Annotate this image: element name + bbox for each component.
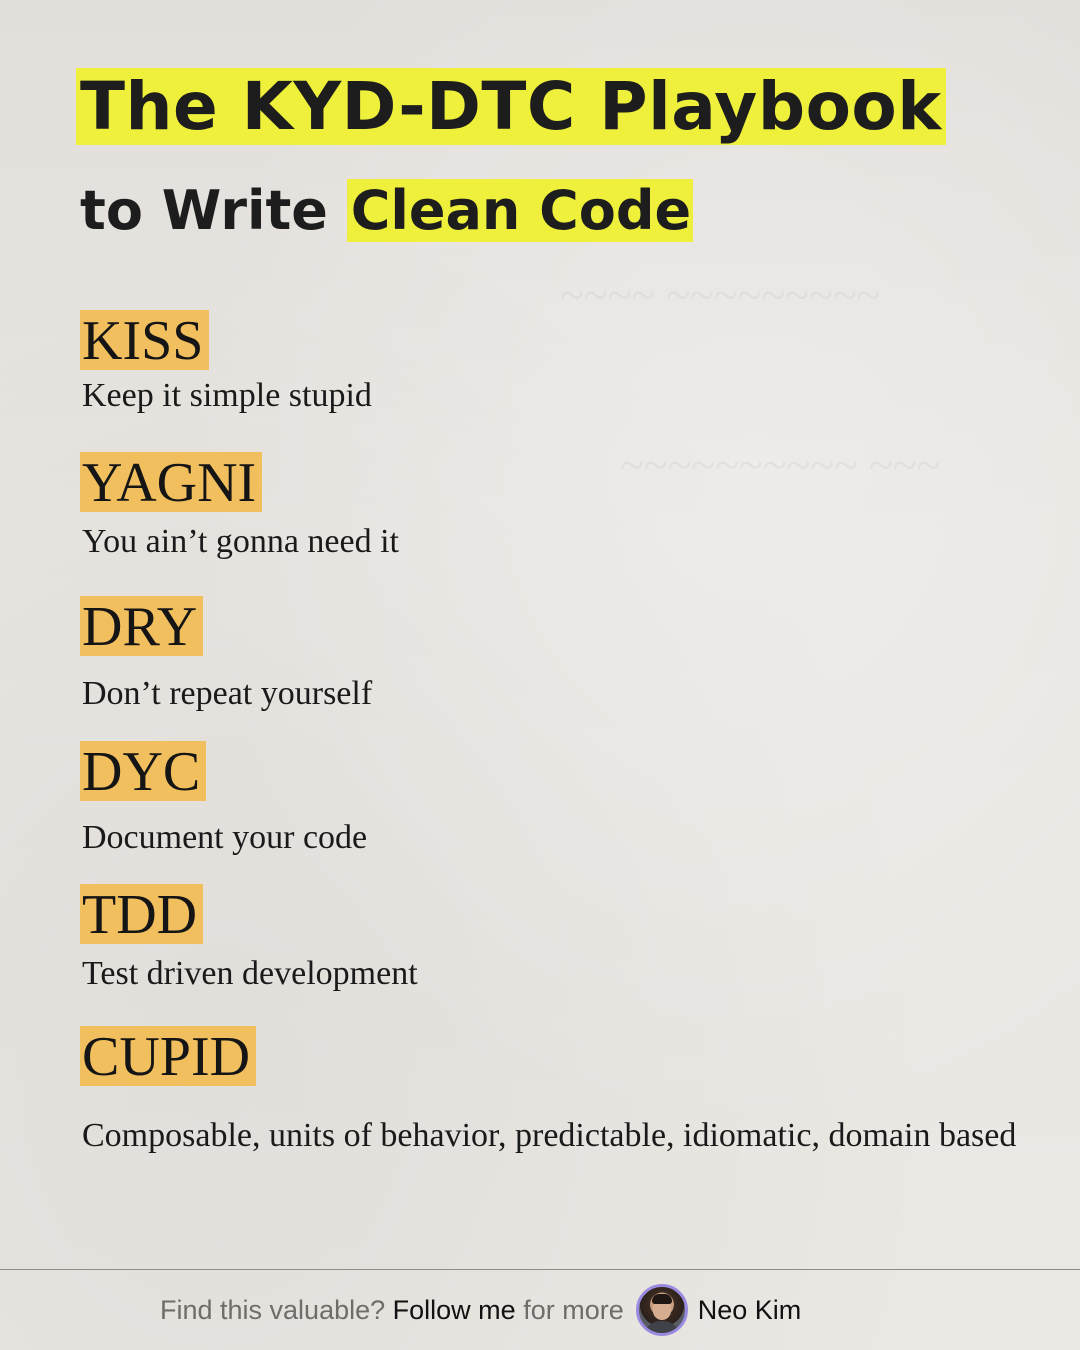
avatar[interactable]: [635, 1284, 688, 1336]
page-title: The KYD-DTC Playbook: [76, 66, 946, 148]
subtitle-prefix: to Write: [80, 179, 328, 242]
acronym-tdd: TDD: [80, 884, 204, 944]
footer: Find this valuable? Follow me for more N…: [160, 1280, 801, 1340]
footer-divider: [0, 1269, 1080, 1270]
acronym-dry: DRY: [80, 596, 204, 656]
meaning-kiss: Keep it simple stupid: [82, 377, 372, 414]
title-line1-highlight: The KYD-DTC Playbook: [76, 68, 946, 145]
follow-link[interactable]: Follow me: [393, 1295, 516, 1326]
avatar-body: [642, 1321, 681, 1333]
meaning-cupid: Composable, units of behavior, predictab…: [82, 1117, 1017, 1154]
acronym-yagni: YAGNI: [80, 452, 263, 512]
page-subtitle: to Write Clean Code: [80, 179, 694, 246]
footer-suffix: for more: [523, 1294, 624, 1325]
subtitle-highlight: Clean Code: [346, 179, 694, 242]
paper-texture: ~~~~~~~~~~ ~~~: [620, 440, 940, 491]
avatar-hair: [651, 1294, 672, 1304]
meaning-tdd: Test driven development: [82, 955, 418, 992]
meaning-dyc: Document your code: [82, 819, 368, 856]
meaning-dry: Don’t repeat yourself: [82, 675, 373, 712]
acronym-cupid: CUPID: [80, 1026, 257, 1086]
acronym-kiss: KISS: [80, 310, 210, 370]
paper-texture: ~~~~ ~~~~~~~~~: [560, 270, 880, 321]
acronym-dyc: DYC: [80, 741, 207, 801]
author-name[interactable]: Neo Kim: [698, 1295, 802, 1326]
meaning-yagni: You ain’t gonna need it: [82, 523, 400, 560]
footer-prompt: Find this valuable?: [160, 1294, 386, 1325]
